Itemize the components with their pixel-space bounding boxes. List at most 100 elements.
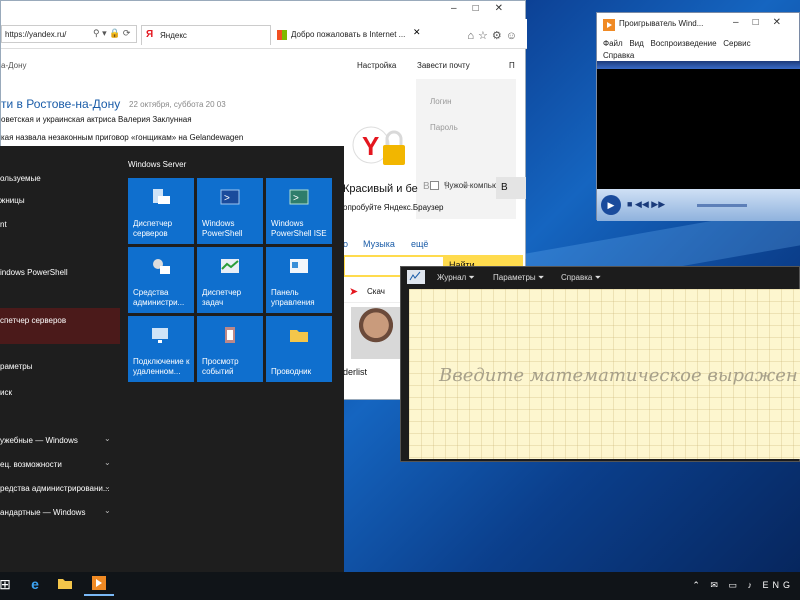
math-placeholder: Введите математическое выражен bbox=[439, 365, 798, 386]
chevron-down-icon[interactable]: ⌄ bbox=[104, 482, 111, 491]
math-input-panel: Журнал ⏷ Параметры ⏷ Справка ⏷ Введите м… bbox=[400, 266, 800, 462]
math-menu-options[interactable]: Параметры ⏷ bbox=[493, 273, 544, 283]
svg-text:>: > bbox=[293, 193, 299, 204]
play-button[interactable]: ▶ bbox=[601, 195, 621, 215]
tab-yandex[interactable]: Я Яндекс bbox=[141, 25, 271, 45]
video-area[interactable] bbox=[597, 69, 800, 189]
chevron-down-icon[interactable]: ⌄ bbox=[104, 458, 111, 467]
start-icon[interactable]: ⊞ bbox=[0, 576, 20, 596]
start-menu-item[interactable]: ужебные — Windows bbox=[0, 436, 78, 445]
yandex-browser-logo: Y bbox=[352, 126, 405, 165]
system-tray[interactable]: ⌃ ✉ ▭ ♪ ENG bbox=[692, 580, 794, 591]
tile-task-manager[interactable]: Диспетчер задач bbox=[197, 247, 263, 313]
ie-icon[interactable]: e bbox=[20, 576, 50, 596]
yandex-logo-icon: Я bbox=[146, 29, 154, 40]
news-date: 22 октября, суббота 20 03 bbox=[129, 100, 226, 109]
menu-file[interactable]: Файл bbox=[603, 39, 623, 48]
windows-logo-icon bbox=[277, 30, 287, 40]
svg-text:>: > bbox=[224, 193, 230, 204]
server-manager-icon bbox=[153, 189, 170, 204]
media-player-icon[interactable] bbox=[84, 576, 114, 596]
close-tab-icon[interactable]: ✕ bbox=[413, 27, 421, 38]
media-player-nav-bar[interactable] bbox=[597, 61, 800, 69]
promo-title[interactable]: Красивый и бе bbox=[343, 183, 418, 195]
start-menu-item[interactable]: андартные — Windows bbox=[0, 508, 85, 517]
chevron-down-icon[interactable]: ⌄ bbox=[104, 434, 111, 443]
tile-label: Windows PowerShell ISE bbox=[271, 219, 327, 238]
start-menu-item[interactable]: редства администрировани... bbox=[0, 484, 110, 493]
login-field[interactable]: Логин bbox=[430, 97, 452, 106]
news-item[interactable]: кая назвала незаконным приговор «гонщика… bbox=[1, 133, 243, 142]
start-menu-item[interactable]: раметры bbox=[0, 362, 32, 371]
volume-slider[interactable] bbox=[697, 204, 747, 207]
tile-control-panel[interactable]: Панель управления bbox=[266, 247, 332, 313]
start-menu-item[interactable]: ец. возможности bbox=[0, 460, 62, 469]
promo-button[interactable]: В bbox=[496, 177, 526, 199]
powershell-ise-icon: > bbox=[289, 189, 309, 205]
city-breadcrumb[interactable]: а-Дону bbox=[1, 61, 27, 70]
service-link-more[interactable]: ещё bbox=[411, 239, 428, 249]
mail-link[interactable]: П bbox=[509, 61, 515, 70]
math-menu-history[interactable]: Журнал ⏷ bbox=[437, 273, 475, 283]
start-menu: ользуемые жницы nt indows PowerShell спе… bbox=[0, 146, 344, 572]
search-lock-icons[interactable]: ⚲ ▾ 🔒 ⟳ bbox=[93, 28, 130, 39]
settings-link[interactable]: Настройка bbox=[357, 61, 396, 70]
notification-icon[interactable]: ✉ bbox=[710, 580, 722, 590]
promo-text[interactable]: опробуйте Яндекс.Браузер bbox=[343, 203, 443, 212]
media-player-icon bbox=[603, 19, 615, 31]
tile-label: Диспетчер задач bbox=[202, 288, 242, 307]
menu-help[interactable]: Справка bbox=[603, 51, 634, 60]
tile-server-manager[interactable]: Диспетчер серверов bbox=[128, 178, 194, 244]
share-icons[interactable]: В f ✈ bbox=[423, 181, 476, 192]
tile-event-viewer[interactable]: Просмотр событий bbox=[197, 316, 263, 382]
tile-powershell-ise[interactable]: > Windows PowerShell ISE bbox=[266, 178, 332, 244]
math-menu-help[interactable]: Справка ⏷ bbox=[561, 273, 601, 283]
tile-remote-desktop[interactable]: Подключение к удаленном... bbox=[128, 316, 194, 382]
tile-powershell[interactable]: > Windows PowerShell bbox=[197, 178, 263, 244]
tile-label: Диспетчер серверов bbox=[133, 219, 173, 238]
create-mail-link[interactable]: Завести почту bbox=[417, 61, 470, 70]
browser-toolbar-icons[interactable]: ⌂☆⚙☺ bbox=[467, 29, 521, 42]
password-field[interactable]: Пароль bbox=[430, 123, 458, 132]
media-player-window-controls[interactable]: –□✕ bbox=[733, 17, 795, 28]
browser-window-controls[interactable]: –□✕ bbox=[451, 3, 519, 14]
photo-caption[interactable]: derlist bbox=[343, 367, 367, 377]
math-writing-area[interactable]: Введите математическое выражен bbox=[409, 289, 800, 459]
start-menu-item[interactable]: ользуемые bbox=[0, 174, 41, 183]
service-link-music[interactable]: Музыка bbox=[363, 239, 395, 249]
playback-controls: ▶ ■ ◀◀ ▶▶ bbox=[597, 189, 800, 221]
stop-prev-next-buttons[interactable]: ■ ◀◀ ▶▶ bbox=[627, 199, 665, 210]
news-heading[interactable]: ти в Ростове-на-Дону bbox=[1, 97, 120, 111]
language-indicator[interactable]: ENG bbox=[762, 580, 794, 590]
start-menu-item[interactable]: indows PowerShell bbox=[0, 268, 68, 277]
start-menu-highlight bbox=[0, 308, 120, 344]
promo-photo[interactable] bbox=[351, 307, 401, 359]
tile-label: Средства администри... bbox=[133, 288, 185, 307]
tile-label: Подключение к удаленном... bbox=[133, 357, 190, 376]
tile-admin-tools[interactable]: Средства администри... bbox=[128, 247, 194, 313]
control-panel-icon bbox=[290, 259, 308, 273]
folder-icon bbox=[290, 330, 308, 342]
network-icon[interactable]: ▭ bbox=[728, 580, 741, 590]
chevron-down-icon[interactable]: ⌄ bbox=[104, 506, 111, 515]
menu-view[interactable]: Вид bbox=[629, 39, 643, 48]
start-menu-item[interactable]: nt bbox=[0, 220, 7, 229]
speaker-icon[interactable]: ♪ bbox=[747, 580, 756, 590]
tile-group-title: Windows Server bbox=[128, 160, 187, 169]
download-label: Скач bbox=[367, 287, 385, 296]
tab-internet[interactable]: Добро пожаловать в Internet ... bbox=[273, 25, 409, 45]
yandex-icon: ➤ bbox=[349, 286, 359, 298]
news-item[interactable]: оветская и украинская актриса Валерия За… bbox=[1, 115, 192, 124]
media-player-menu[interactable]: Файл Вид Воспроизведение Сервис bbox=[603, 39, 751, 48]
tab-label: Яндекс bbox=[160, 31, 187, 40]
start-menu-item[interactable]: спетчер серверов bbox=[0, 316, 66, 325]
start-menu-item[interactable]: жницы bbox=[0, 196, 25, 205]
tile-label: Windows PowerShell bbox=[202, 219, 243, 238]
menu-tools[interactable]: Сервис bbox=[723, 39, 750, 48]
start-menu-item[interactable]: иск bbox=[0, 388, 12, 397]
tile-file-explorer[interactable]: Проводник bbox=[266, 316, 332, 382]
menu-playback[interactable]: Воспроизведение bbox=[651, 39, 717, 48]
task-manager-icon bbox=[221, 259, 239, 273]
chevron-up-icon[interactable]: ⌃ bbox=[692, 580, 704, 590]
file-explorer-icon[interactable] bbox=[50, 576, 80, 596]
